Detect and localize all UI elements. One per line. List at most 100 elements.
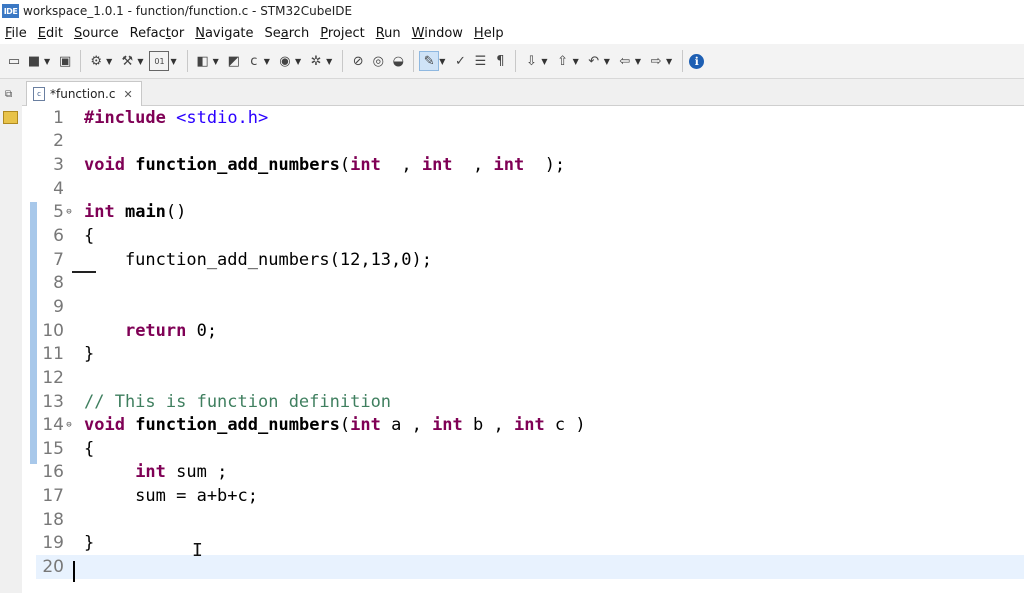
build-hammer-icon[interactable]: ⚒: [118, 52, 136, 70]
skip-breakpoints-icon[interactable]: ⊘: [349, 52, 367, 70]
code-line[interactable]: 4: [36, 177, 1024, 201]
dropdown-arrow-icon[interactable]: ▼: [666, 57, 672, 66]
menu-run[interactable]: Run: [376, 26, 401, 41]
code-token: );: [524, 155, 566, 176]
dropdown-arrow-icon[interactable]: ▼: [264, 57, 270, 66]
prev-annotation-icon[interactable]: ⇧: [554, 52, 572, 70]
code-token: }: [84, 344, 95, 365]
line-number: 12: [42, 367, 64, 388]
code-line[interactable]: 2: [36, 130, 1024, 154]
keyword-token: void: [84, 415, 125, 436]
open-perspective-icon[interactable]: ◒: [389, 52, 407, 70]
outline-icon[interactable]: ☰: [471, 52, 489, 70]
menu-window[interactable]: Window: [412, 26, 463, 41]
tab-label: *function.c: [50, 87, 116, 101]
last-edit-icon[interactable]: ↶: [585, 52, 603, 70]
dropdown-arrow-icon[interactable]: ▼: [573, 57, 579, 66]
code-line[interactable]: 10 return 0;: [36, 319, 1024, 343]
keyword-token: int: [84, 202, 115, 223]
dropdown-arrow-icon[interactable]: ▼: [106, 57, 112, 66]
menu-bar: File Edit Source Refactor Navigate Search Proj…: [0, 22, 1024, 44]
code-line[interactable]: 11}: [36, 342, 1024, 366]
code-editor[interactable]: 1 #include <stdio.h> 2 3 void function_add_n…: [22, 106, 1024, 593]
menu-edit[interactable]: Edit: [38, 26, 63, 41]
save-all-icon[interactable]: ▣: [56, 52, 74, 70]
dropdown-arrow-icon[interactable]: ▼: [295, 57, 301, 66]
code-token: 0;: [186, 320, 218, 341]
code-line[interactable]: 1 #include <stdio.h>: [36, 106, 1024, 130]
minimized-views-strip: ⧉: [0, 79, 23, 593]
code-line[interactable]: 16 int sum ;: [36, 461, 1024, 485]
dropdown-arrow-icon[interactable]: ▼: [604, 57, 610, 66]
edit-icon[interactable]: ✎: [419, 51, 440, 71]
code-line[interactable]: 18: [36, 508, 1024, 532]
build-settings-icon[interactable]: ⚙: [87, 52, 105, 70]
dropdown-arrow-icon[interactable]: ▼: [44, 57, 50, 66]
menu-source[interactable]: Source: [74, 26, 119, 41]
tab-function-c[interactable]: c *function.c ✕: [26, 81, 142, 106]
code-lines[interactable]: 1 #include <stdio.h> 2 3 void function_add_n…: [36, 106, 1024, 579]
sync-icon[interactable]: ◎: [369, 52, 387, 70]
toolbar-separator: [80, 50, 82, 72]
fold-toggle-icon[interactable]: ⊖: [64, 207, 74, 217]
line-number: 15: [42, 438, 64, 459]
fold-toggle-icon[interactable]: ⊖: [64, 420, 74, 430]
show-whitespace-icon[interactable]: ¶: [491, 52, 509, 70]
line-source: {: [84, 226, 94, 246]
restore-icon[interactable]: ⧉: [5, 89, 12, 100]
code-token: c ): [544, 415, 586, 436]
code-line[interactable]: 17 sum = a+b+c;: [36, 484, 1024, 508]
code-line[interactable]: 14 ⊖ void function_add_numbers(int a , int…: [36, 413, 1024, 437]
keyword-token: int: [135, 462, 166, 483]
dropdown-arrow-icon[interactable]: ▼: [170, 57, 176, 66]
dropdown-arrow-icon[interactable]: ▼: [326, 57, 332, 66]
dropdown-arrow-icon[interactable]: ▼: [213, 57, 219, 66]
dropdown-arrow-icon[interactable]: ▼: [137, 57, 143, 66]
code-line[interactable]: 3 void function_add_numbers(int , int , i…: [36, 153, 1024, 177]
line-source: void function_add_numbers(int , int , in…: [84, 155, 565, 175]
menu-project[interactable]: Project: [320, 26, 365, 41]
line-number: 14: [42, 415, 64, 436]
close-icon[interactable]: ✕: [123, 88, 132, 101]
binary-icon[interactable]: 01: [149, 51, 170, 71]
menu-refactor[interactable]: Refactor: [130, 26, 185, 41]
run-icon[interactable]: ◉: [276, 52, 294, 70]
back-icon[interactable]: ⇦: [616, 52, 634, 70]
toggle-mark-icon[interactable]: ✓: [451, 52, 469, 70]
code-line[interactable]: 6{: [36, 224, 1024, 248]
line-number: 5: [53, 202, 64, 223]
menu-file[interactable]: File: [5, 26, 27, 41]
menu-navigate[interactable]: Navigate: [195, 26, 253, 41]
menu-help[interactable]: Help: [474, 26, 504, 41]
next-annotation-icon[interactable]: ⇩: [522, 52, 540, 70]
line-source: function_add_numbers(12,13,0);: [84, 250, 432, 270]
new-c-file-icon[interactable]: c: [245, 52, 263, 70]
menu-search[interactable]: Search: [265, 26, 310, 41]
forward-icon[interactable]: ⇨: [647, 52, 665, 70]
code-line[interactable]: 9: [36, 295, 1024, 319]
keyword-token: int: [513, 415, 545, 436]
function-name-token: function_add_numbers: [135, 415, 340, 436]
code-line[interactable]: 13 // This is function definition: [36, 390, 1024, 414]
code-line[interactable]: 19}: [36, 532, 1024, 556]
code-line[interactable]: 20: [36, 555, 1024, 579]
dropdown-arrow-icon[interactable]: ▼: [541, 57, 547, 66]
open-type-icon[interactable]: ◩: [225, 52, 243, 70]
line-number: 1: [53, 107, 64, 128]
keyword-token: int: [432, 415, 463, 436]
code-token: a ,: [380, 415, 433, 436]
code-line[interactable]: 7 function_add_numbers(12,13,0);: [36, 248, 1024, 272]
code-line[interactable]: 15 {: [36, 437, 1024, 461]
project-explorer-icon[interactable]: [3, 111, 18, 124]
debug-icon[interactable]: ✲: [307, 52, 325, 70]
code-line[interactable]: 8: [36, 271, 1024, 295]
code-line[interactable]: 12: [36, 366, 1024, 390]
code-line[interactable]: 5 ⊖ int main(): [36, 201, 1024, 225]
dropdown-arrow-icon[interactable]: ▼: [439, 57, 445, 66]
save-icon[interactable]: ■: [25, 52, 43, 70]
dropdown-arrow-icon[interactable]: ▼: [635, 57, 641, 66]
new-class-icon[interactable]: ◧: [194, 52, 212, 70]
info-icon[interactable]: ℹ: [689, 53, 705, 69]
new-icon[interactable]: ▭: [5, 52, 23, 70]
